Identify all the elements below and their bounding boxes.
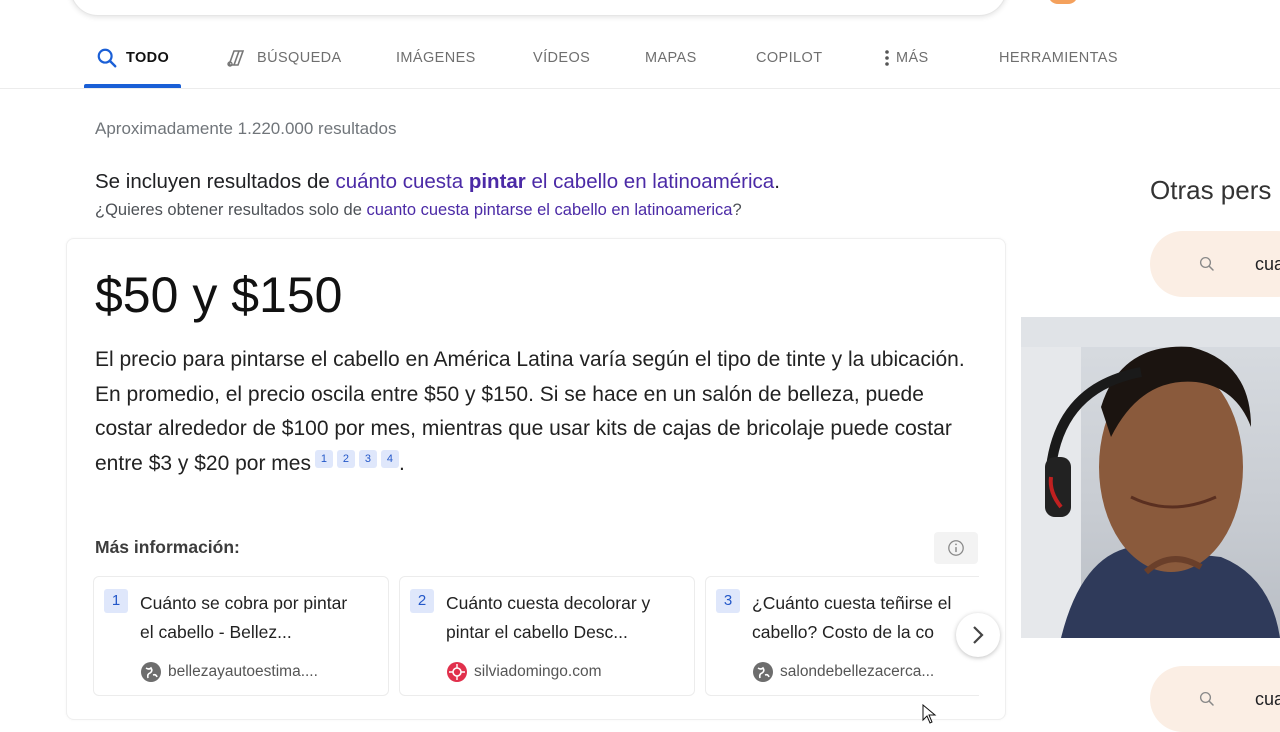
sidebar-title: Otras pers [1150, 175, 1272, 205]
source-title-line: ¿Cuánto cuesta teñirse el [752, 593, 952, 613]
corrected-query-link[interactable]: cuánto cuesta pintar el cabello en latin… [335, 170, 774, 193]
tab-imagenes[interactable]: IMÁGENES [396, 30, 476, 86]
info-icon [948, 540, 964, 556]
spelling-notice: Se incluyen resultados de cuánto cuesta … [95, 170, 780, 194]
copilot-search-icon [227, 50, 245, 67]
search-icon [1199, 256, 1214, 271]
corrected-part: el cabello en latinoamérica [531, 170, 775, 193]
spelling-suffix: . [774, 170, 780, 193]
source-number: 1 [104, 589, 128, 613]
source-domain: bellezayautoestima.... [168, 663, 318, 680]
tab-todo[interactable]: TODO [83, 30, 182, 88]
source-title: Cuánto cuesta decolorar y pintar el cabe… [446, 589, 688, 647]
tab-label: MAPAS [645, 50, 697, 66]
citation-badge[interactable]: 4 [380, 449, 399, 468]
search-icon [1199, 691, 1214, 706]
answer-headline: $50 y $150 [95, 267, 343, 323]
mouse-cursor-icon [922, 704, 937, 724]
search-tabs: TODO BÚSQUEDA IMÁGENES VÍDEOS MAPAS COPI… [0, 30, 1280, 89]
answer-text: El precio para pintarse el cabello en Am… [95, 343, 975, 481]
search-icon [97, 48, 117, 68]
webcam-overlay [1021, 317, 1280, 638]
results-count: Aproximadamente 1.220.000 resultados [95, 119, 397, 138]
source-carousel: 1 Cuánto se cobra por pintar el cabello … [93, 576, 979, 696]
related-query: cua [1255, 253, 1280, 274]
tab-label: COPILOT [756, 50, 823, 66]
info-button[interactable] [934, 532, 978, 564]
alt-prefix: ¿Quieres obtener resultados solo de [95, 201, 362, 219]
source-card[interactable]: 2 Cuánto cuesta decolorar y pintar el ca… [399, 576, 695, 696]
source-site: silviadomingo.com [446, 661, 602, 683]
source-domain: salondebellezacerca... [780, 663, 935, 680]
globe-icon [753, 662, 773, 682]
tab-label: VÍDEOS [533, 50, 591, 66]
carousel-next-button[interactable] [956, 613, 1000, 657]
chevron-right-icon [973, 626, 984, 644]
tab-label: BÚSQUEDA [257, 50, 342, 66]
source-title-line: el cabello - Bellez... [140, 622, 292, 642]
tab-label: MÁS [896, 50, 929, 66]
source-number: 3 [716, 589, 740, 613]
original-query-link[interactable]: cuanto cuesta pintarse el cabello en lat… [367, 201, 733, 219]
source-number: 2 [410, 589, 434, 613]
citation-badge[interactable]: 3 [358, 449, 377, 468]
person-webcam-image [1021, 317, 1280, 638]
corrected-bold: pintar [468, 170, 526, 193]
tab-label: HERRAMIENTAS [999, 50, 1118, 66]
source-title-line: cabello? Costo de la co [752, 622, 934, 642]
related-query: cua [1255, 688, 1280, 709]
tab-label: IMÁGENES [396, 50, 476, 66]
source-site: bellezayautoestima.... [140, 661, 318, 683]
tab-copilot[interactable]: COPILOT [756, 30, 822, 86]
flower-logo-icon [447, 662, 467, 682]
more-info-label: Más información: [95, 537, 240, 557]
source-title-line: pintar el cabello Desc... [446, 622, 628, 642]
tab-label: TODO [126, 50, 170, 66]
citation-badge[interactable]: 2 [336, 449, 355, 468]
tab-mapas[interactable]: MAPAS [645, 30, 697, 86]
tab-mas[interactable]: MÁS [884, 30, 929, 86]
citation-badge[interactable]: 1 [314, 449, 333, 468]
alt-suffix: ? [732, 201, 742, 219]
globe-icon [141, 662, 161, 682]
source-card[interactable]: 3 ¿Cuánto cuesta teñirse el cabello? Cos… [705, 576, 979, 696]
rewards-icon[interactable] [1048, 0, 1078, 4]
spelling-prefix: Se incluyen resultados de [95, 170, 330, 193]
tab-herramientas[interactable]: HERRAMIENTAS [999, 30, 1118, 86]
search-box[interactable] [70, 0, 1007, 16]
tab-busqueda[interactable]: BÚSQUEDA [225, 30, 342, 86]
source-title-line: Cuánto cuesta decolorar y [446, 593, 651, 613]
source-title: ¿Cuánto cuesta teñirse el cabello? Costo… [752, 589, 979, 647]
corrected-part: cuánto cuesta [335, 170, 464, 193]
tab-videos[interactable]: VÍDEOS [533, 30, 590, 86]
source-title: Cuánto se cobra por pintar el cabello - … [140, 589, 382, 647]
source-title-line: Cuánto se cobra por pintar [140, 593, 348, 613]
related-search-pill[interactable]: cua [1150, 231, 1280, 297]
answer-end: . [398, 451, 405, 475]
source-card[interactable]: 1 Cuánto se cobra por pintar el cabello … [93, 576, 389, 696]
source-domain: silviadomingo.com [474, 663, 602, 680]
more-vertical-icon [885, 50, 889, 66]
source-site: salondebellezacerca... [752, 661, 934, 683]
answer-body: El precio para pintarse el cabello en Am… [95, 348, 965, 475]
related-search-pill[interactable]: cua [1150, 666, 1280, 732]
original-query-notice: ¿Quieres obtener resultados solo de cuan… [95, 201, 742, 220]
